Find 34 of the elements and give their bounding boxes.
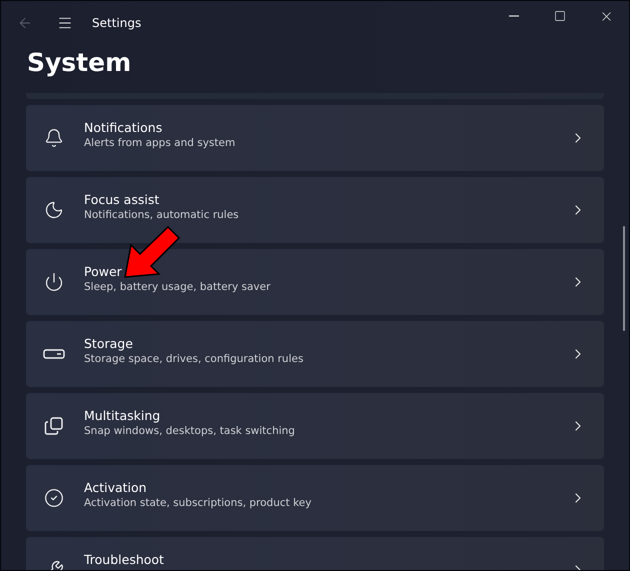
item-subtitle: Snap windows, desktops, task switching — [84, 425, 296, 437]
item-title: Focus assist — [84, 192, 160, 207]
settings-item[interactable]: Troubleshoot — [26, 537, 604, 570]
page-title: System — [27, 47, 132, 79]
menu-icon — [57, 15, 73, 31]
bell-icon — [44, 128, 64, 148]
item-subtitle: Sleep, battery usage, battery saver — [84, 281, 272, 293]
settings-item[interactable]: Storage Storage space, drives, configuration rules — [26, 321, 604, 387]
settings-item[interactable]: Multitasking Snap windows, desktops, task switching — [26, 393, 604, 459]
maximize-icon — [554, 10, 566, 22]
item-subtitle: Activation state, subscriptions, product key — [84, 497, 312, 509]
minimize-icon — [509, 15, 519, 17]
window-title: Settings — [92, 16, 142, 30]
item-title: Notifications — [84, 120, 164, 135]
item-title: Activation — [84, 480, 148, 495]
scrollbar-thumb[interactable] — [623, 226, 625, 331]
power-icon — [44, 272, 64, 292]
item-subtitle: Alerts from apps and system — [84, 137, 236, 149]
stacked-windows-icon — [44, 416, 64, 436]
item-title: Multitasking — [84, 408, 162, 423]
settings-item[interactable]: Focus assist Notifications, automatic rules — [26, 177, 604, 243]
item-subtitle: Storage space, drives, configuration rules — [84, 353, 304, 365]
item-title: Storage — [84, 336, 134, 351]
item-title: Power — [84, 264, 123, 279]
check-circle-icon — [44, 488, 64, 508]
pointer-arrow — [124, 226, 180, 278]
item-title: Troubleshoot — [84, 552, 165, 567]
item-subtitle: Notifications, automatic rules — [84, 209, 240, 221]
menu-button[interactable] — [57, 15, 73, 31]
drive-icon — [43, 349, 65, 359]
settings-item[interactable]: Notifications Alerts from apps and system — [26, 105, 604, 171]
settings-item[interactable]: Activation Activation state, subscriptions, product key — [26, 465, 604, 531]
moon-icon — [44, 200, 64, 220]
settings-item[interactable]: Power Sleep, battery usage, battery saver — [26, 249, 604, 315]
